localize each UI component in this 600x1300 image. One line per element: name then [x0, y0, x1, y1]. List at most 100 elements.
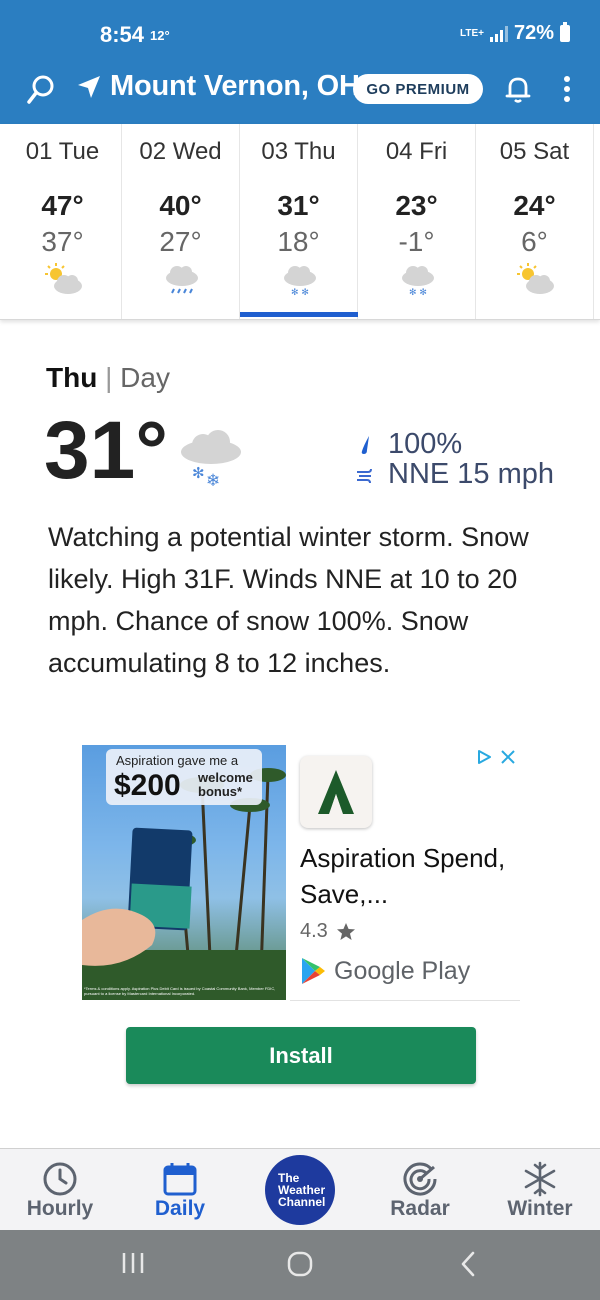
bottom-navigation: Hourly Daily The Weather Channel Radar W…	[0, 1148, 600, 1230]
google-play-label: Google Play	[334, 956, 471, 985]
rating-value: 4.3	[300, 920, 328, 942]
day-high-temp: 31°	[277, 190, 320, 221]
day-name: 02 Wed	[139, 138, 222, 165]
day-high-temp: 23°	[395, 190, 438, 221]
day-card[interactable]: 01 Tue 47° 37°	[4, 124, 122, 319]
nav-label: Winter	[507, 1197, 573, 1220]
star-icon	[336, 922, 355, 940]
precipitation-row: 100%	[358, 428, 462, 461]
daily-forecast-strip: 01 Tue 47° 37° 02 Wed 40° 27° 03 Thu 31°…	[0, 124, 600, 320]
day-low-temp: 27°	[159, 226, 202, 257]
snow-icon: ✻ ✻	[402, 266, 434, 296]
day-high-temp: 40°	[159, 190, 202, 221]
ad-bubble-subtext: welcome bonus*	[198, 771, 253, 799]
more-options-icon[interactable]	[560, 74, 574, 104]
wind-icon	[357, 468, 372, 483]
battery-percent: 72%	[513, 22, 554, 44]
calendar-icon	[163, 1163, 197, 1196]
svg-text:✻ ✻: ✻ ✻	[291, 288, 309, 296]
signal-icon	[489, 25, 508, 42]
nav-winter[interactable]: Winter	[480, 1149, 600, 1231]
system-navigation-bar	[0, 1230, 600, 1300]
day-high-temp: 24°	[513, 190, 556, 221]
day-name: 01 Tue	[25, 138, 100, 165]
app-logo[interactable]	[300, 756, 372, 828]
svg-text:❄: ❄	[206, 471, 220, 490]
detail-day-part: Day	[120, 362, 170, 393]
ad-app-rating: 4.3	[300, 920, 356, 943]
partly-cloudy-icon	[45, 263, 82, 294]
ad-fine-print: *Terms & conditions apply. Aspiration Pl…	[84, 986, 276, 996]
day-name: 03 Thu	[261, 138, 336, 165]
ad-bubble-sub-1: welcome	[198, 770, 253, 785]
close-ad-icon[interactable]	[500, 749, 516, 765]
day-card-selected[interactable]: 03 Thu 31° 18° ✻ ✻	[240, 124, 358, 319]
detail-separator: |	[105, 362, 113, 393]
day-high-temp: 47°	[41, 190, 84, 221]
ad-divider	[290, 1000, 520, 1001]
detail-day-name: Thu	[46, 362, 98, 393]
day-low-temp: 18°	[277, 226, 320, 257]
ad-app-name[interactable]: Aspiration Spend, Save,...	[300, 840, 510, 912]
day-card[interactable]: 05 Sat 24° 6°	[476, 124, 594, 319]
day-name: 04 Fri	[385, 138, 448, 165]
back-icon[interactable]	[458, 1250, 478, 1278]
day-low-temp: 6°	[521, 226, 548, 257]
ad-bubble-headline: Aspiration gave me a	[116, 753, 239, 768]
rain-icon	[166, 266, 198, 294]
snow-icon: ✻ ✻	[284, 266, 316, 296]
network-type: LTE+	[459, 27, 484, 39]
day-name: 05 Sat	[499, 138, 570, 165]
svg-text:✻ ✻: ✻ ✻	[409, 288, 427, 296]
clock-icon	[43, 1162, 77, 1196]
wind-row: NNE 15 mph	[356, 458, 554, 491]
precip-chance: 100%	[388, 428, 463, 460]
ad-image[interactable]: Aspiration gave me a $200 welcome bonus*…	[82, 745, 286, 1000]
twc-logo-text: The Weather Channel	[278, 1172, 325, 1208]
location-title: Mount Vernon, OH	[110, 70, 360, 102]
google-play-icon	[302, 958, 325, 984]
detail-temperature: 31°	[44, 405, 169, 496]
recent-apps-icon[interactable]	[120, 1250, 146, 1276]
ad-bubble: Aspiration gave me a $200 welcome bonus*	[106, 749, 262, 805]
search-icon[interactable]	[26, 74, 56, 106]
battery-icon	[560, 22, 570, 42]
twc-logo[interactable]: The Weather Channel	[265, 1155, 335, 1225]
raindrop-icon	[361, 435, 369, 454]
day-card[interactable]: 02 Wed 40° 27°	[122, 124, 240, 319]
ad-bubble-sub-2: bonus*	[198, 784, 243, 799]
nav-daily[interactable]: Daily	[120, 1149, 240, 1231]
radar-icon	[403, 1162, 437, 1196]
snow-icon: ✻ ❄	[181, 430, 241, 490]
twc-logo-line: Channel	[278, 1195, 326, 1209]
location-arrow-icon	[78, 75, 100, 98]
detail-day-heading: Thu | Day	[46, 362, 170, 394]
bell-icon[interactable]	[503, 74, 533, 104]
ad-choices[interactable]	[476, 749, 516, 765]
app-header: 8:54 12° LTE+ 72% Mount Vernon, OH GO PR…	[0, 0, 600, 124]
google-play-badge[interactable]: Google Play	[300, 956, 470, 986]
day-low-temp: -1°	[398, 226, 435, 257]
forecast-narrative: Watching a potential winter storm. Snow …	[48, 522, 529, 678]
go-premium-button[interactable]: GO PREMIUM	[353, 74, 483, 104]
install-button[interactable]: Install	[126, 1027, 476, 1084]
nav-label: Daily	[154, 1197, 206, 1220]
wind-speed: NNE 15 mph	[388, 458, 555, 490]
snowflake-icon	[524, 1161, 556, 1197]
location-selector[interactable]: Mount Vernon, OH	[76, 70, 360, 103]
home-icon[interactable]	[286, 1250, 314, 1278]
status-temp: 12°	[150, 28, 170, 43]
aspiration-logo-icon	[318, 770, 354, 814]
nav-label: Radar	[390, 1197, 450, 1220]
partly-cloudy-icon	[517, 263, 554, 294]
status-indicators: LTE+ 72%	[460, 22, 570, 45]
ad-bubble-amount: $200	[114, 769, 181, 802]
status-time: 8:54	[100, 22, 145, 47]
nav-label: Hourly	[26, 1197, 94, 1220]
nav-radar[interactable]: Radar	[360, 1149, 480, 1231]
day-low-temp: 37°	[41, 226, 84, 257]
day-card[interactable]: 04 Fri 23° -1° ✻ ✻	[358, 124, 476, 319]
nav-hourly[interactable]: Hourly	[0, 1149, 120, 1231]
ad-choices-icon[interactable]	[476, 749, 492, 765]
svg-text:✻: ✻	[192, 464, 205, 482]
